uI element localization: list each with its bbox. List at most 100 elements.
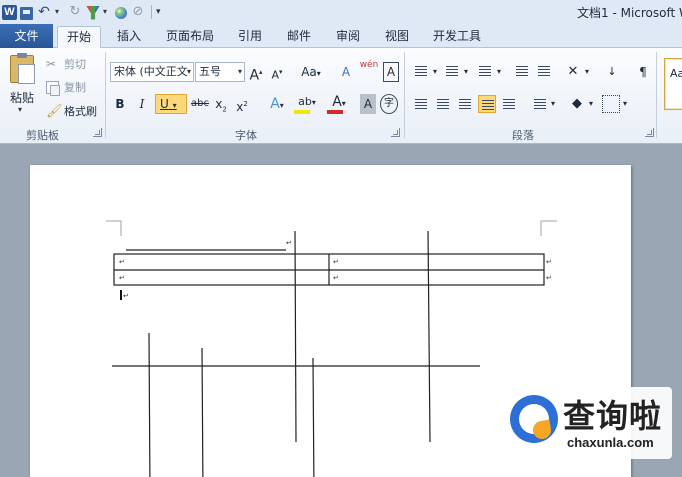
style-gallery-item[interactable]: Aa <box>664 58 682 110</box>
distributed-icon <box>503 99 515 109</box>
numbering-button[interactable] <box>443 62 461 80</box>
shading-button[interactable]: ◆ <box>568 94 586 114</box>
drawn-lines[interactable] <box>112 230 480 477</box>
justify-button[interactable] <box>478 95 496 113</box>
paste-dropdown-icon[interactable]: ▾ <box>18 105 22 114</box>
clear-format-button[interactable]: A <box>337 62 355 82</box>
redo-icon[interactable]: ↻ <box>67 4 83 20</box>
chevron-down-icon[interactable]: ▾ <box>621 94 629 114</box>
undo-icon[interactable]: ↶ <box>36 4 52 20</box>
underline-button[interactable]: U ▾ <box>155 94 187 114</box>
watermark-text: 查询啦 <box>563 397 663 435</box>
bullets-button[interactable] <box>412 62 430 80</box>
borders-button[interactable] <box>602 95 620 113</box>
phonetic-guide-button[interactable]: wén <box>359 60 379 80</box>
change-case-icon: Aa <box>301 65 317 79</box>
highlight-button[interactable]: ab▾ <box>293 92 321 112</box>
paste-button[interactable]: 粘贴 <box>10 89 34 106</box>
title-bar: W ↶ ▾ ↻ ▾ ⊘ ▾ 文档1 - Microsoft W <box>0 0 682 24</box>
sort-button[interactable]: ↓ <box>603 62 621 82</box>
chevron-down-icon[interactable]: ▾ <box>587 94 595 114</box>
paragraph-mark: ↵ <box>123 292 129 300</box>
enclose-char-button[interactable]: 字 <box>380 94 398 114</box>
word-logo-icon[interactable]: W <box>2 4 17 20</box>
ribbon-tabs: 文件 开始 插入 页面布局 引用 邮件 审阅 视图 开发工具 <box>0 24 682 49</box>
customize-toolbar-icon[interactable]: ▾ <box>156 4 161 20</box>
brush-dropdown-icon[interactable]: ▾ <box>103 4 111 20</box>
tab-mailings[interactable]: 邮件 <box>279 24 319 48</box>
strikethrough-button[interactable]: abc <box>189 94 211 114</box>
char-border-button[interactable]: A <box>383 62 399 82</box>
table[interactable] <box>113 253 545 286</box>
align-right-button[interactable] <box>456 95 474 113</box>
asian-layout-icon: ✕ <box>567 64 579 79</box>
paste-icon[interactable] <box>10 53 35 84</box>
paint-bucket-icon: ◆ <box>572 96 582 111</box>
grow-font-button[interactable]: A▴ <box>248 62 264 84</box>
scissors-icon: ✂ <box>46 56 57 71</box>
cut-label: 剪切 <box>64 58 86 71</box>
superscript-button[interactable]: x2 <box>235 94 249 114</box>
asian-layout-button[interactable]: ✕ <box>563 62 583 82</box>
tab-review[interactable]: 审阅 <box>328 24 368 48</box>
font-color-icon: A <box>332 94 342 110</box>
tab-home[interactable]: 开始 <box>57 26 101 49</box>
group-divider <box>404 52 405 138</box>
tab-insert[interactable]: 插入 <box>108 24 150 48</box>
cut-button[interactable]: ✂ 剪切 <box>46 56 86 72</box>
align-center-button[interactable] <box>434 95 452 113</box>
brush-icon[interactable] <box>86 5 100 20</box>
increase-indent-button[interactable] <box>535 62 553 80</box>
undo-dropdown-icon[interactable]: ▾ <box>55 4 63 20</box>
chevron-down-icon[interactable]: ▾ <box>462 62 470 82</box>
numbering-icon <box>446 66 458 76</box>
font-name-combo[interactable]: 宋体 (中文正文 ▾ <box>110 62 194 82</box>
font-color-button[interactable]: A▾ <box>326 92 352 112</box>
tab-developer[interactable]: 开发工具 <box>426 24 488 48</box>
align-left-button[interactable] <box>412 95 430 113</box>
chevron-down-icon[interactable]: ▾ <box>431 62 439 82</box>
sort-icon: ↓ <box>607 65 617 78</box>
paragraph-mark: ↵ <box>119 258 125 266</box>
tab-references[interactable]: 引用 <box>230 24 270 48</box>
bold-button[interactable]: B <box>112 94 128 114</box>
watermark-url: chaxunla.com <box>567 435 654 450</box>
paragraph-mark: ↵ <box>333 258 339 266</box>
clipboard-launcher-icon[interactable] <box>93 128 102 137</box>
subscript-button[interactable]: x2 <box>214 94 228 114</box>
font-launcher-icon[interactable] <box>391 128 400 137</box>
tab-page-layout[interactable]: 页面布局 <box>160 24 220 48</box>
line-spacing-button[interactable] <box>531 95 549 113</box>
copy-button[interactable]: 复制 <box>46 79 86 96</box>
distributed-button[interactable] <box>500 95 518 113</box>
font-group-label: 字体 <box>235 129 257 142</box>
chevron-down-icon[interactable]: ▾ <box>495 62 503 82</box>
char-shading-button[interactable]: A <box>360 94 376 114</box>
font-size-combo[interactable]: 五号 ▾ <box>195 62 245 82</box>
font-name-value: 宋体 (中文正文 <box>114 65 188 78</box>
copy-label: 复制 <box>64 81 86 94</box>
tab-view[interactable]: 视图 <box>377 24 417 48</box>
chevron-down-icon[interactable]: ▾ <box>583 62 591 82</box>
clear-format-icon: A <box>341 65 351 79</box>
grow-font-icon: A <box>249 67 260 84</box>
paragraph-launcher-icon[interactable] <box>645 128 654 137</box>
group-divider <box>105 52 106 138</box>
chevron-down-icon[interactable]: ▾ <box>549 94 557 114</box>
italic-button[interactable]: I <box>134 94 150 114</box>
decrease-indent-button[interactable] <box>513 62 531 80</box>
format-painter-button[interactable]: 🖌 格式刷 <box>46 103 97 119</box>
text-effects-button[interactable]: A▾ <box>265 94 289 114</box>
increase-indent-icon <box>538 66 550 76</box>
tab-file[interactable]: 文件 <box>0 24 53 48</box>
group-divider <box>656 52 657 138</box>
change-case-button[interactable]: Aa▾ <box>298 62 324 82</box>
no-edit-icon[interactable]: ⊘ <box>130 4 146 20</box>
color-ball-icon[interactable] <box>115 7 127 19</box>
save-icon[interactable] <box>20 6 33 20</box>
show-marks-button[interactable]: ¶ <box>636 62 650 82</box>
shrink-font-button[interactable]: A▾ <box>269 62 285 82</box>
align-right-icon <box>459 99 471 109</box>
multilevel-list-button[interactable] <box>476 62 494 80</box>
ribbon: 粘贴 ▾ ✂ 剪切 复制 🖌 格式刷 剪贴板 宋体 (中文正文 ▾ 五号 ▾ A… <box>0 48 682 144</box>
